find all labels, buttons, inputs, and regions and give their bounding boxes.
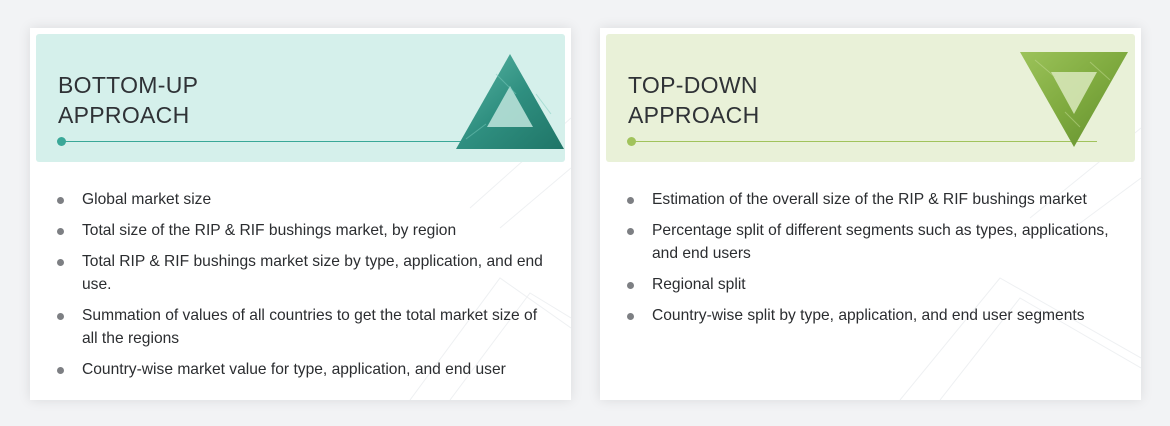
list-item: Total size of the RIP & RIF bushings mar…: [52, 219, 552, 242]
bullet-icon: [57, 313, 64, 320]
bottom-up-divider-dot: [57, 137, 66, 146]
bullet-icon: [627, 313, 634, 320]
list-item: Percentage split of different segments s…: [622, 219, 1122, 265]
bottom-up-list: Global market size Total size of the RIP…: [52, 188, 552, 389]
bullet-icon: [57, 259, 64, 266]
bullet-icon: [627, 228, 634, 235]
top-down-title: TOP-DOWN APPROACH: [628, 72, 760, 128]
bottom-up-header: BOTTOM-UP APPROACH: [36, 34, 565, 162]
top-down-header: TOP-DOWN APPROACH: [606, 34, 1135, 162]
triangle-down-icon: [1020, 52, 1128, 147]
top-down-list: Estimation of the overall size of the RI…: [622, 188, 1122, 335]
list-item: Country-wise market value for type, appl…: [52, 358, 552, 381]
triangle-up-icon: [456, 54, 564, 149]
list-item: Estimation of the overall size of the RI…: [622, 188, 1122, 211]
bullet-icon: [57, 228, 64, 235]
list-item: Regional split: [622, 273, 1122, 296]
bottom-up-card: BOTTOM-UP APPROACH Global market size To…: [30, 28, 571, 400]
list-item: Global market size: [52, 188, 552, 211]
top-down-card: TOP-DOWN APPROACH Estimation of the over…: [600, 28, 1141, 400]
bullet-icon: [627, 197, 634, 204]
list-item: Country-wise split by type, application,…: [622, 304, 1122, 327]
list-item: Summation of values of all countries to …: [52, 304, 552, 350]
top-down-divider-dot: [627, 137, 636, 146]
bottom-up-title: BOTTOM-UP APPROACH: [58, 72, 199, 128]
list-item: Total RIP & RIF bushings market size by …: [52, 250, 552, 296]
bullet-icon: [57, 367, 64, 374]
bullet-icon: [627, 282, 634, 289]
bullet-icon: [57, 197, 64, 204]
